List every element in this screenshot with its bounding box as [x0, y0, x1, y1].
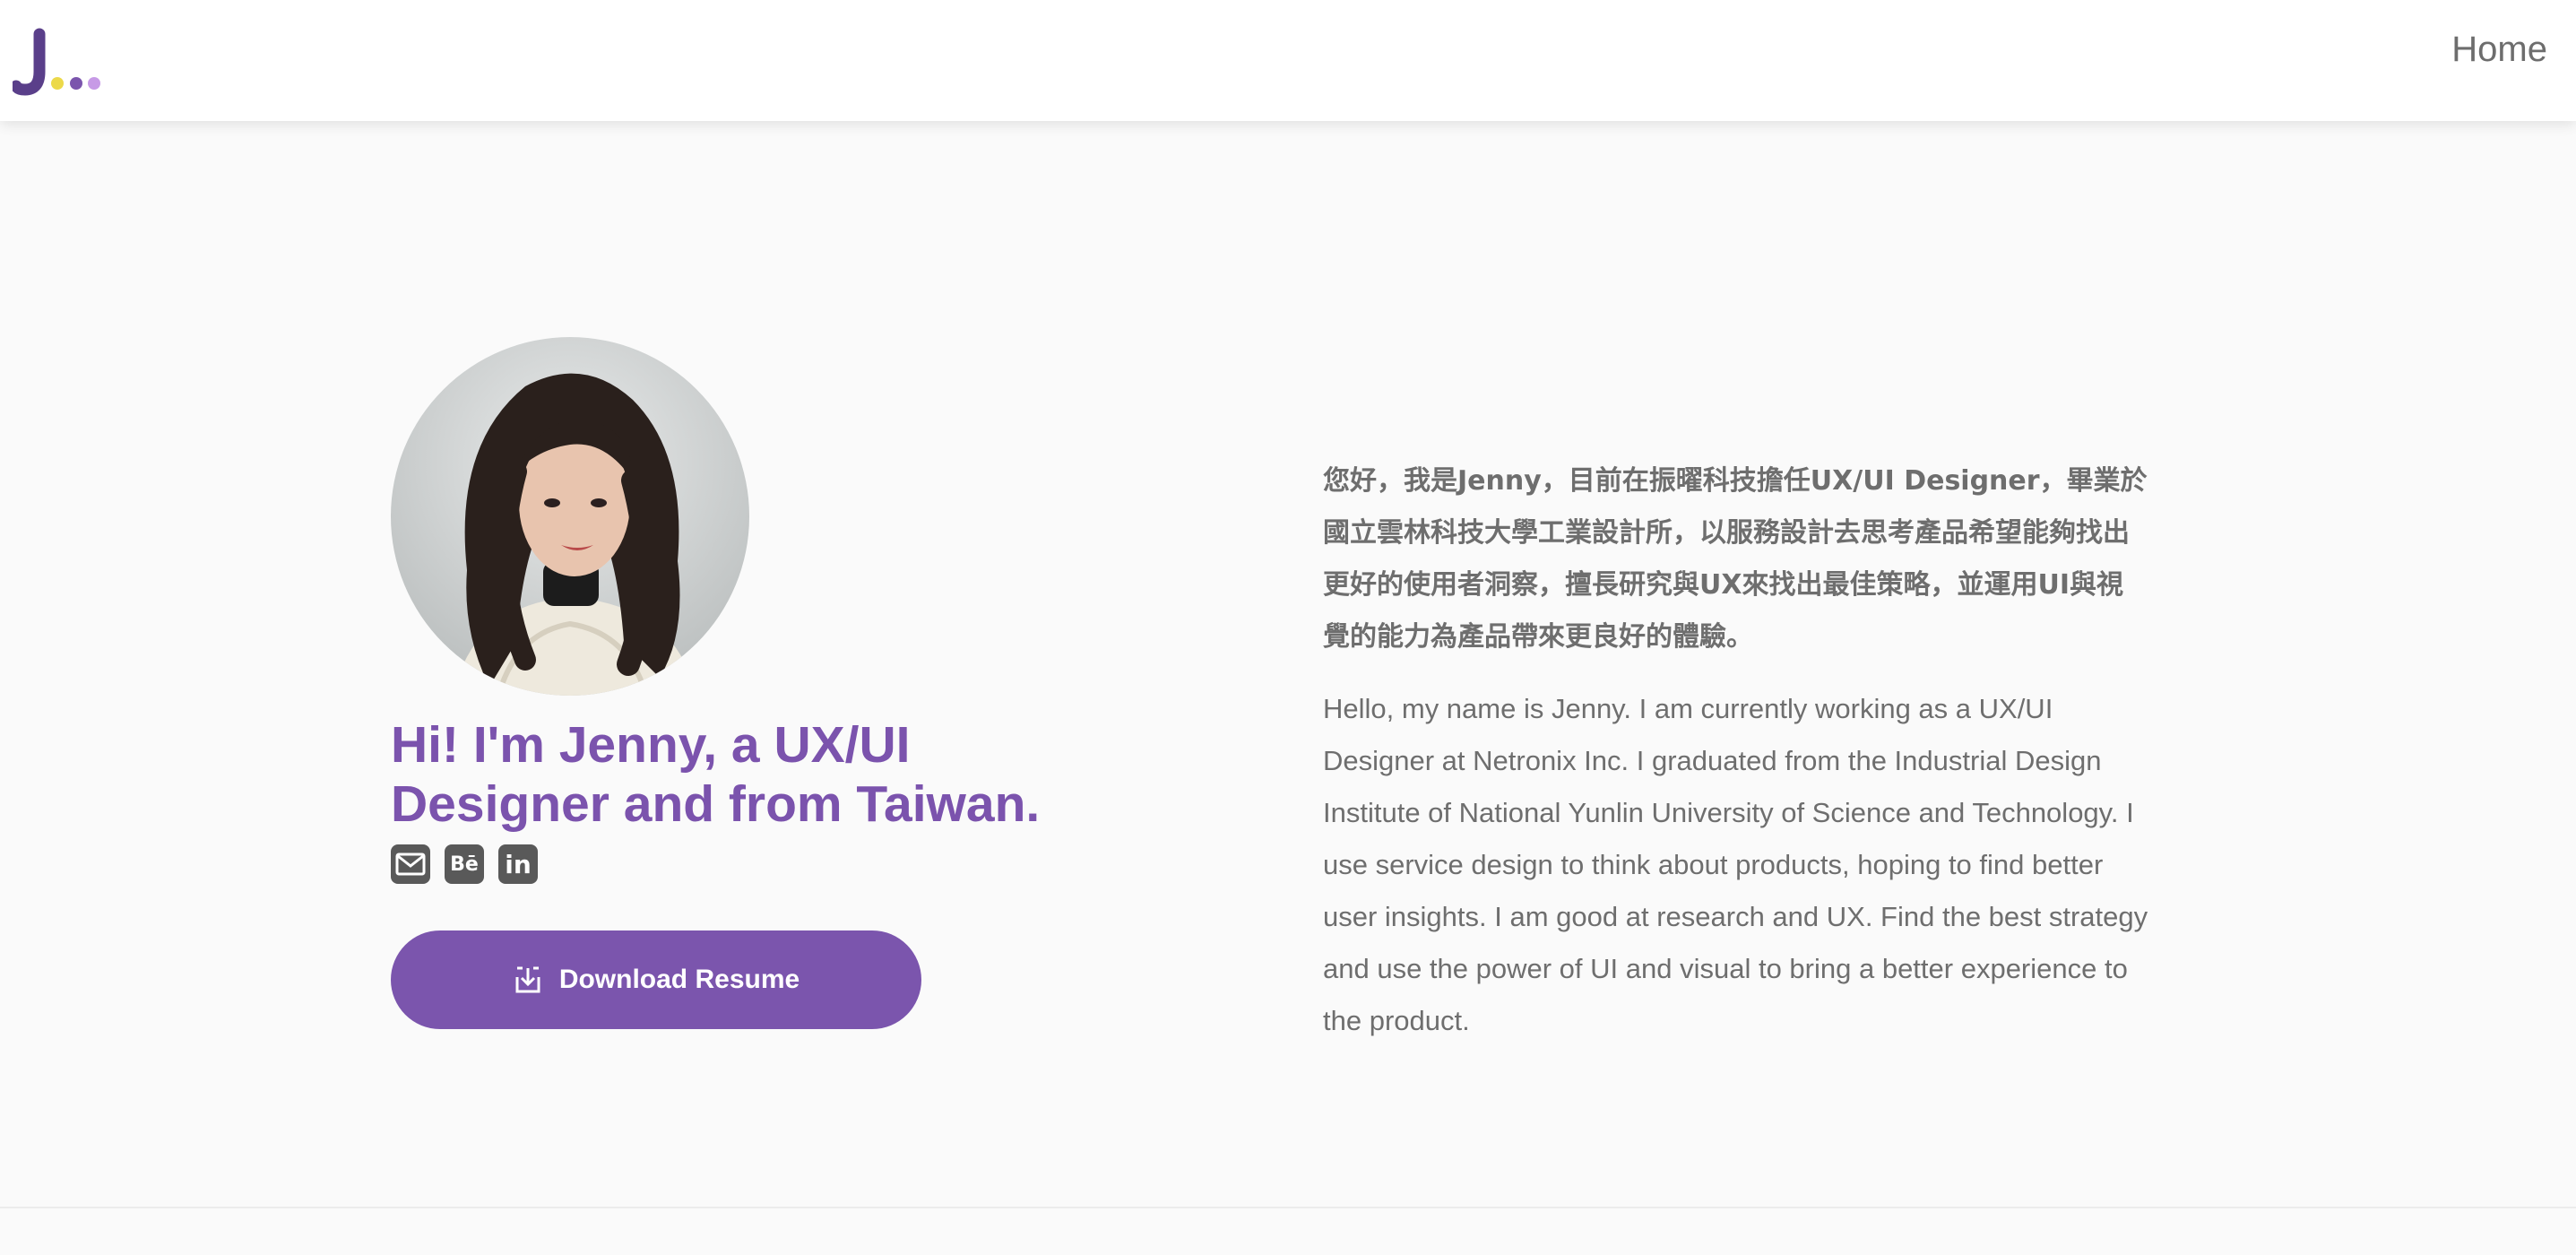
download-icon	[515, 966, 540, 993]
avatar	[391, 337, 749, 696]
page-title: Hi! I'm Jenny, a UX/UI Designer and from…	[391, 716, 1041, 833]
social-links: Bē in	[391, 844, 1197, 886]
site-header: Home	[0, 0, 2576, 121]
logo-mark-icon	[10, 28, 100, 96]
linkedin-icon: in	[505, 849, 532, 879]
nav-home-link[interactable]: Home	[2451, 27, 2547, 72]
logo[interactable]	[10, 27, 111, 99]
intro-chinese: 您好，我是Jenny，目前在振曜科技擔任UX/UI Designer，畢業於國立…	[1323, 465, 2148, 653]
linkedin-link[interactable]: in	[498, 844, 538, 884]
hero-intro: 您好，我是Jenny，目前在振曜科技擔任UX/UI Designer，畢業於國立…	[1323, 455, 2165, 1047]
download-resume-button[interactable]: Download Resume	[391, 930, 921, 1029]
hero-profile: Hi! I'm Jenny, a UX/UI Designer and from…	[391, 337, 1197, 1029]
profile-photo	[391, 337, 749, 696]
intro-english: Hello, my name is Jenny. I am currently …	[1323, 693, 2148, 1036]
email-link[interactable]	[391, 844, 430, 884]
mail-icon	[395, 853, 426, 876]
behance-link[interactable]: Bē	[445, 844, 484, 884]
section-divider	[0, 1207, 2576, 1208]
download-resume-label: Download Resume	[558, 965, 800, 994]
behance-icon: Bē	[450, 853, 479, 876]
